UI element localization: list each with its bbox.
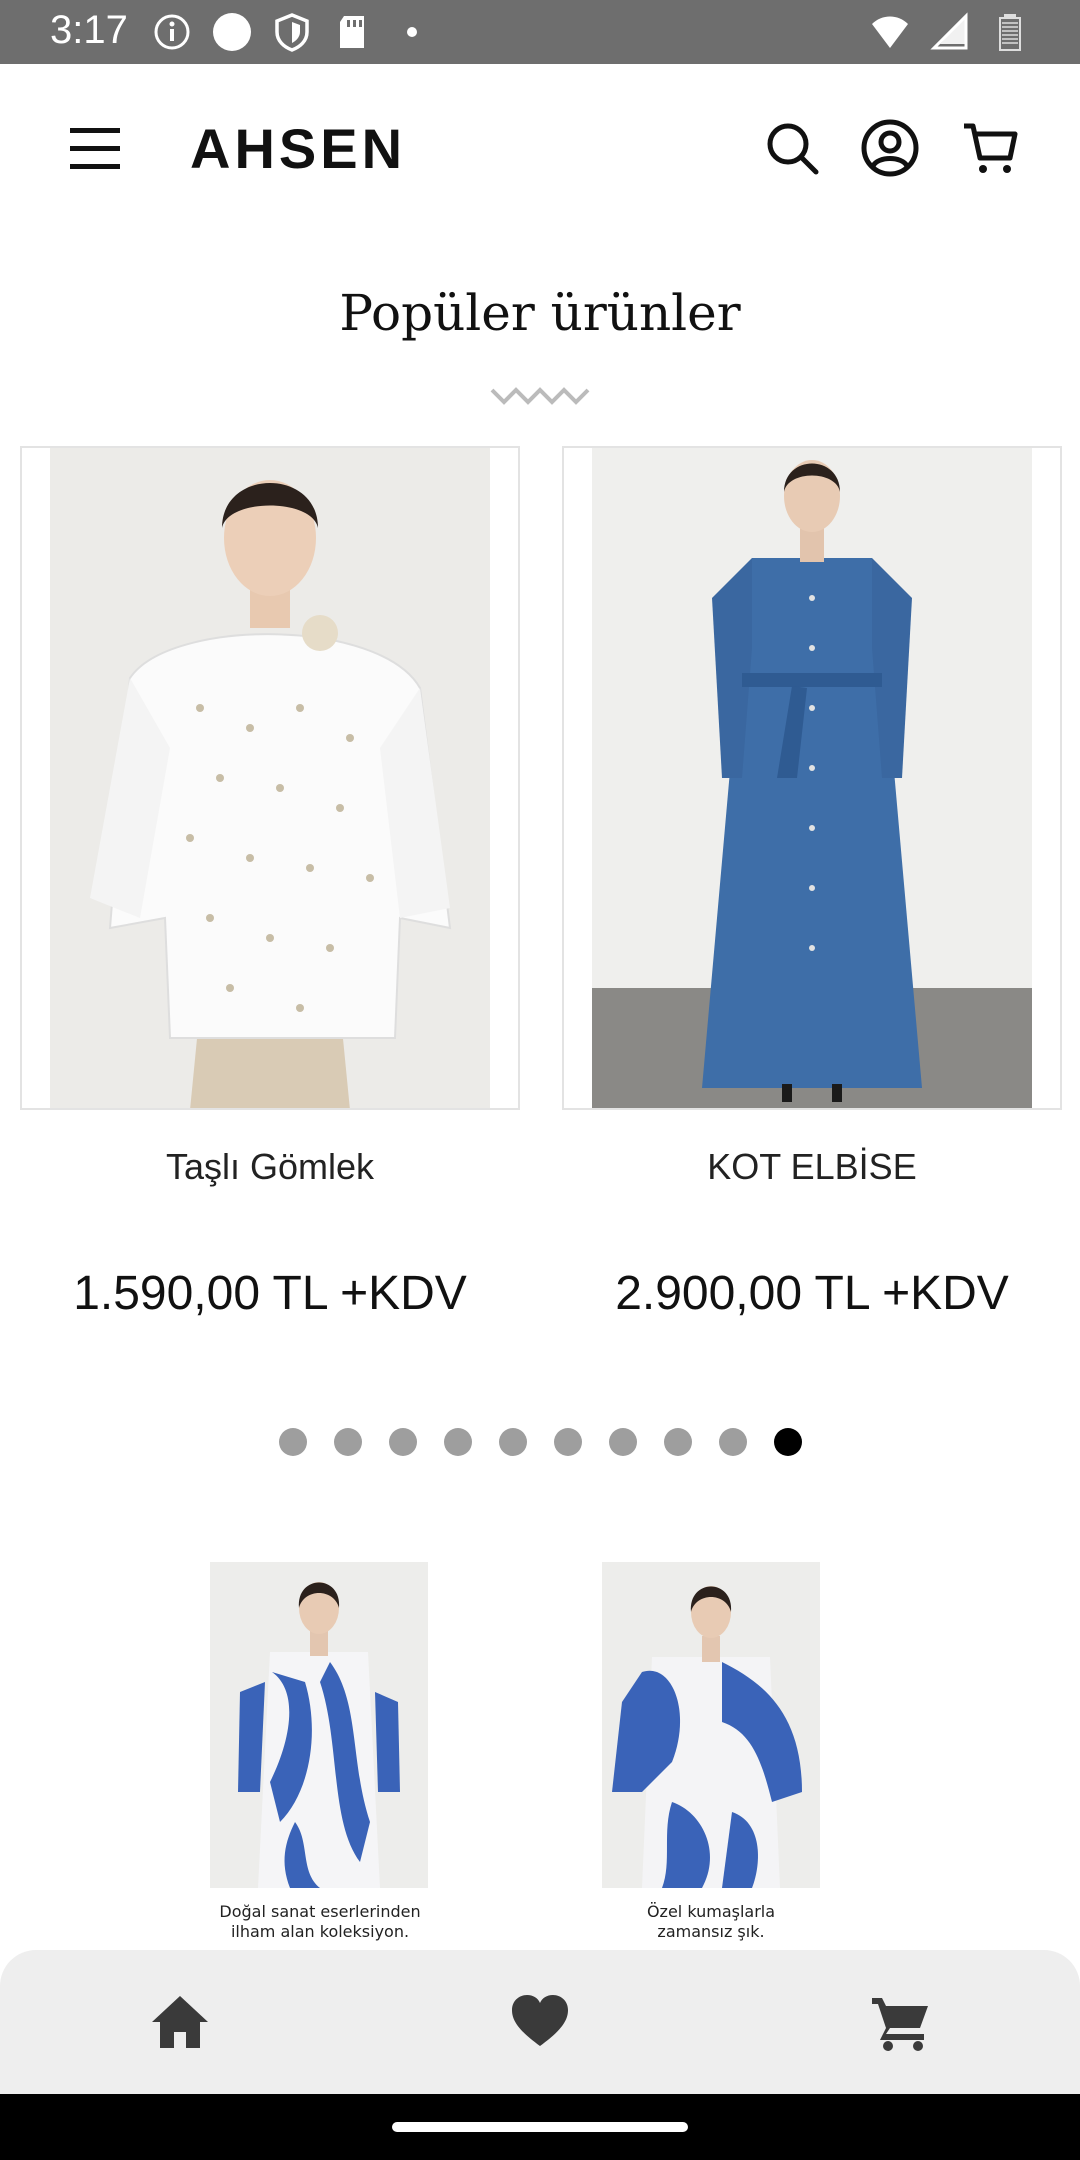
heart-icon	[512, 1995, 568, 2046]
carousel-dot[interactable]	[608, 1428, 637, 1456]
carousel-dot-active[interactable]	[773, 1428, 802, 1456]
dot-icon	[392, 12, 432, 52]
collection-banner[interactable]	[210, 1562, 428, 1888]
banner-caption-line: Doğal sanat eserlerinden	[219, 1902, 421, 1921]
carousel-dot[interactable]	[443, 1428, 472, 1456]
product-image[interactable]	[50, 448, 490, 1108]
menu-button[interactable]	[68, 122, 124, 178]
product-name[interactable]: KOT ELBİSE	[542, 1146, 1080, 1188]
circle-icon	[212, 12, 252, 52]
zigzag-divider-icon	[490, 387, 590, 405]
account-icon	[861, 119, 919, 177]
brand-logo[interactable]: AHSEN	[190, 116, 406, 181]
carousel-dot[interactable]	[498, 1428, 527, 1456]
search-icon	[767, 123, 819, 175]
system-navigation-bar	[0, 2094, 1080, 2160]
home-icon	[152, 1996, 208, 2048]
carousel-dot[interactable]	[388, 1428, 417, 1456]
home-gesture-handle[interactable]	[392, 2122, 688, 2132]
banner-caption: Özel kumaşlarla zamansız şık.	[581, 1902, 841, 1942]
app-header: AHSEN	[0, 64, 1080, 234]
nav-cart-button[interactable]	[868, 1990, 932, 2054]
status-time: 3:17	[50, 8, 128, 52]
status-right-icons	[870, 12, 1030, 52]
bottom-navigation	[0, 1950, 1080, 2094]
wifi-icon	[870, 12, 910, 52]
carousel-dot[interactable]	[333, 1428, 362, 1456]
product-image[interactable]	[592, 448, 1032, 1108]
product-card[interactable]	[20, 446, 520, 1110]
nav-home-button[interactable]	[148, 1990, 212, 2054]
cart-icon	[964, 123, 1018, 173]
search-button[interactable]	[762, 118, 822, 178]
carousel-dot[interactable]	[718, 1428, 747, 1456]
section-title: Popüler ürünler	[339, 284, 741, 342]
cart-icon	[872, 1998, 928, 2051]
collection-banner[interactable]	[602, 1562, 820, 1888]
banner-caption-line: Özel kumaşlarla	[646, 1902, 776, 1921]
battery-icon	[990, 12, 1030, 52]
status-left-icons	[152, 12, 432, 52]
carousel-dot[interactable]	[663, 1428, 692, 1456]
product-price: 1.590,00 TL +KDV	[73, 1267, 467, 1320]
banner-caption: Doğal sanat eserlerinden ilham alan kole…	[190, 1902, 450, 1942]
nav-favorites-button[interactable]	[508, 1990, 572, 2054]
sd-card-icon	[332, 12, 372, 52]
info-icon	[152, 12, 192, 52]
product-name[interactable]: Taşlı Gömlek	[0, 1146, 540, 1188]
banner-caption-line: zamansız şık.	[657, 1922, 765, 1941]
cart-button[interactable]	[960, 118, 1020, 178]
shield-icon	[272, 12, 312, 52]
account-button[interactable]	[860, 118, 920, 178]
product-card[interactable]	[562, 446, 1062, 1110]
carousel-indicator	[0, 1428, 1080, 1456]
product-price: 2.900,00 TL +KDV	[615, 1267, 1009, 1320]
status-bar: 3:17	[0, 0, 1080, 64]
carousel-dot[interactable]	[553, 1428, 582, 1456]
banner-caption-line: ilham alan koleksiyon.	[230, 1922, 410, 1941]
menu-icon	[70, 128, 120, 169]
signal-icon	[930, 12, 970, 52]
carousel-dot[interactable]	[278, 1428, 307, 1456]
